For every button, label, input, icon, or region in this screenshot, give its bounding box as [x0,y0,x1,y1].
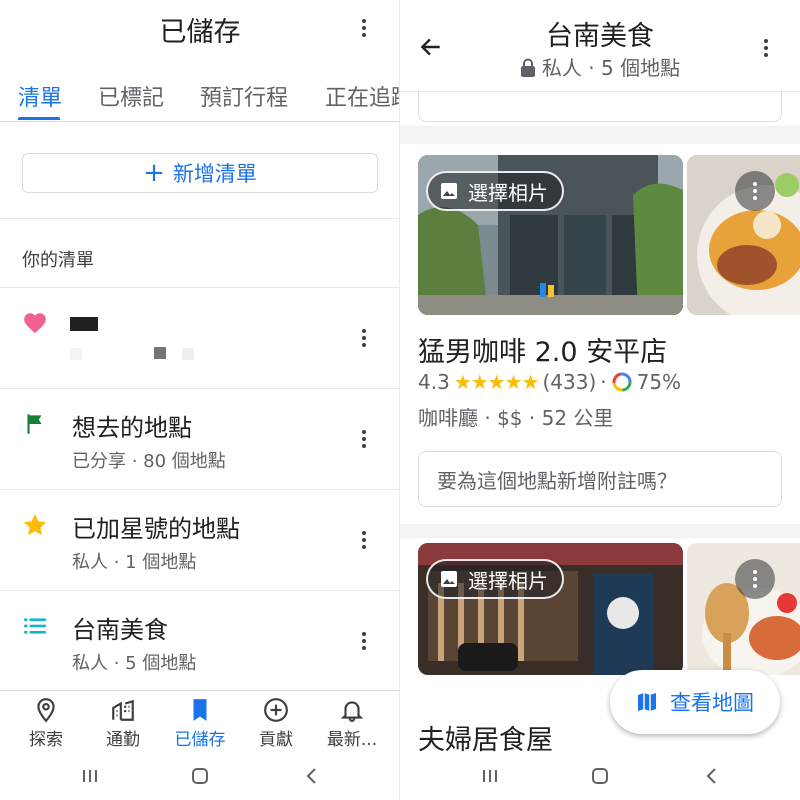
recent-apps-icon[interactable] [76,762,104,790]
list-name: 想去的地點 [72,414,192,442]
tab-labeled[interactable]: 已標記 [98,80,164,112]
section-divider [400,126,800,144]
list-subtitle-text: 私人 · 5 個地點 [541,56,681,80]
nav-label: 已儲存 [174,730,226,750]
nav-label: 探索 [29,730,63,750]
nav-label: 貢獻 [259,730,293,750]
review-count: (433) [542,370,597,394]
active-tab-indicator [18,117,60,120]
divider [0,218,399,219]
list-subtitle: 私人 · 1 個地點 [72,552,197,573]
nav-updates[interactable]: 最新... [312,697,392,750]
rating-stars-icon: ★★★★★ [453,370,540,394]
new-list-label: 新增清單 [172,162,257,186]
new-list-button[interactable]: + 新增清單 [22,153,378,193]
add-circle-icon [264,698,288,722]
place-name[interactable]: 猛男咖啡 2.0 安平店 [418,330,667,369]
system-back-icon[interactable] [698,762,726,790]
list-name: 台南美食 [72,616,168,644]
nav-contribute[interactable]: 貢獻 [236,697,316,750]
list-item-starred[interactable]: 已加星號的地點 私人 · 1 個地點 [0,489,399,589]
list-more-icon[interactable] [352,326,376,350]
list-name: 已加星號的地點 [72,515,240,543]
list-subtitle: 私人 · 5 個地點 [72,653,197,674]
recent-apps-icon[interactable] [476,762,504,790]
choose-photo-label: 選擇相片 [468,568,548,593]
nav-saved[interactable]: 已儲存 [160,697,240,750]
image-icon [441,571,457,587]
saved-lists-screen: 已儲存 清單 已標記 預訂行程 正在追蹤 + 新增清單 你的清單 想去的地點 已… [0,0,400,800]
app-bar: 台南美食 私人 · 5 個地點 [400,0,800,92]
photo-more-icon[interactable] [735,559,775,599]
list-more-icon[interactable] [352,629,376,653]
more-options-icon[interactable] [352,16,376,40]
heart-icon [24,313,46,334]
tab-reservations[interactable]: 預訂行程 [200,80,288,112]
list-icon [24,618,46,634]
section-label: 你的清單 [22,250,94,271]
home-icon[interactable] [586,762,614,790]
place-meta: 咖啡廳 · $$ · 52 公里 [418,406,614,430]
view-map-button[interactable]: 查看地圖 [610,670,780,734]
flag-icon [27,414,42,434]
list-item-favorites[interactable] [0,287,399,387]
place-photo[interactable]: 選擇相片 [418,155,683,315]
tab-bar: 清單 已標記 預訂行程 正在追蹤 [0,76,399,122]
bell-icon [340,701,364,722]
redacted-block [182,348,194,360]
redacted-block [154,347,166,359]
list-title: 台南美食 [546,21,654,52]
list-item-want-to-go[interactable]: 想去的地點 已分享 · 80 個地點 [0,388,399,488]
choose-photo-button[interactable]: 選擇相片 [426,559,564,599]
list-more-icon[interactable] [352,528,376,552]
choose-photo-label: 選擇相片 [468,180,548,205]
map-icon [638,693,656,711]
image-icon [441,183,457,199]
list-subtitle: 已分享 · 80 個地點 [72,451,226,472]
tab-following[interactable]: 正在追蹤 [325,80,399,112]
section-divider [400,524,800,538]
list-detail-screen: 台南美食 私人 · 5 個地點 選擇相片 猛男咖啡 2.0 安平店 4.3 ★★… [400,0,800,800]
more-options-icon[interactable] [754,36,778,60]
place-rating-row: 4.3 ★★★★★ (433) · 75% [418,370,681,394]
nav-label: 通勤 [106,730,140,750]
add-note-box[interactable]: 要為這個地點新增附註嗎？ [418,451,782,507]
system-back-icon[interactable] [298,762,326,790]
match-score-icon [612,372,632,392]
view-map-label: 查看地圖 [670,691,754,715]
tab-lists[interactable]: 清單 [18,80,62,112]
star-icon [23,514,47,536]
nav-label: 最新... [326,730,378,750]
page-title: 已儲存 [159,17,241,48]
bottom-navigation: 探索 通勤 已儲存 貢獻 最新... [0,690,399,752]
commute-icon [112,699,134,721]
separator: · [600,370,607,394]
list-more-icon[interactable] [352,427,376,451]
list-item-tainan-food[interactable]: 台南美食 私人 · 5 個地點 [0,590,399,690]
rating-value: 4.3 [418,370,450,394]
home-icon[interactable] [186,762,214,790]
redacted-name [70,317,98,331]
system-navigation-bar [400,752,800,800]
place-photo[interactable]: 選擇相片 [418,543,683,675]
list-subtitle: 私人 · 5 個地點 [400,52,800,81]
redacted-block [70,348,82,360]
photo-more-icon[interactable] [735,171,775,211]
match-percent: 75% [636,370,682,394]
nav-commute[interactable]: 通勤 [83,697,163,750]
place-photo[interactable] [687,155,800,315]
system-navigation-bar [0,752,399,800]
app-bar: 已儲存 [0,0,399,60]
plus-icon: + [143,158,165,188]
location-pin-icon [37,698,55,723]
choose-photo-button[interactable]: 選擇相片 [426,171,564,211]
lock-icon [520,58,535,77]
place-photo[interactable] [687,543,800,675]
nav-explore[interactable]: 探索 [6,697,86,750]
bookmark-icon [193,699,207,721]
